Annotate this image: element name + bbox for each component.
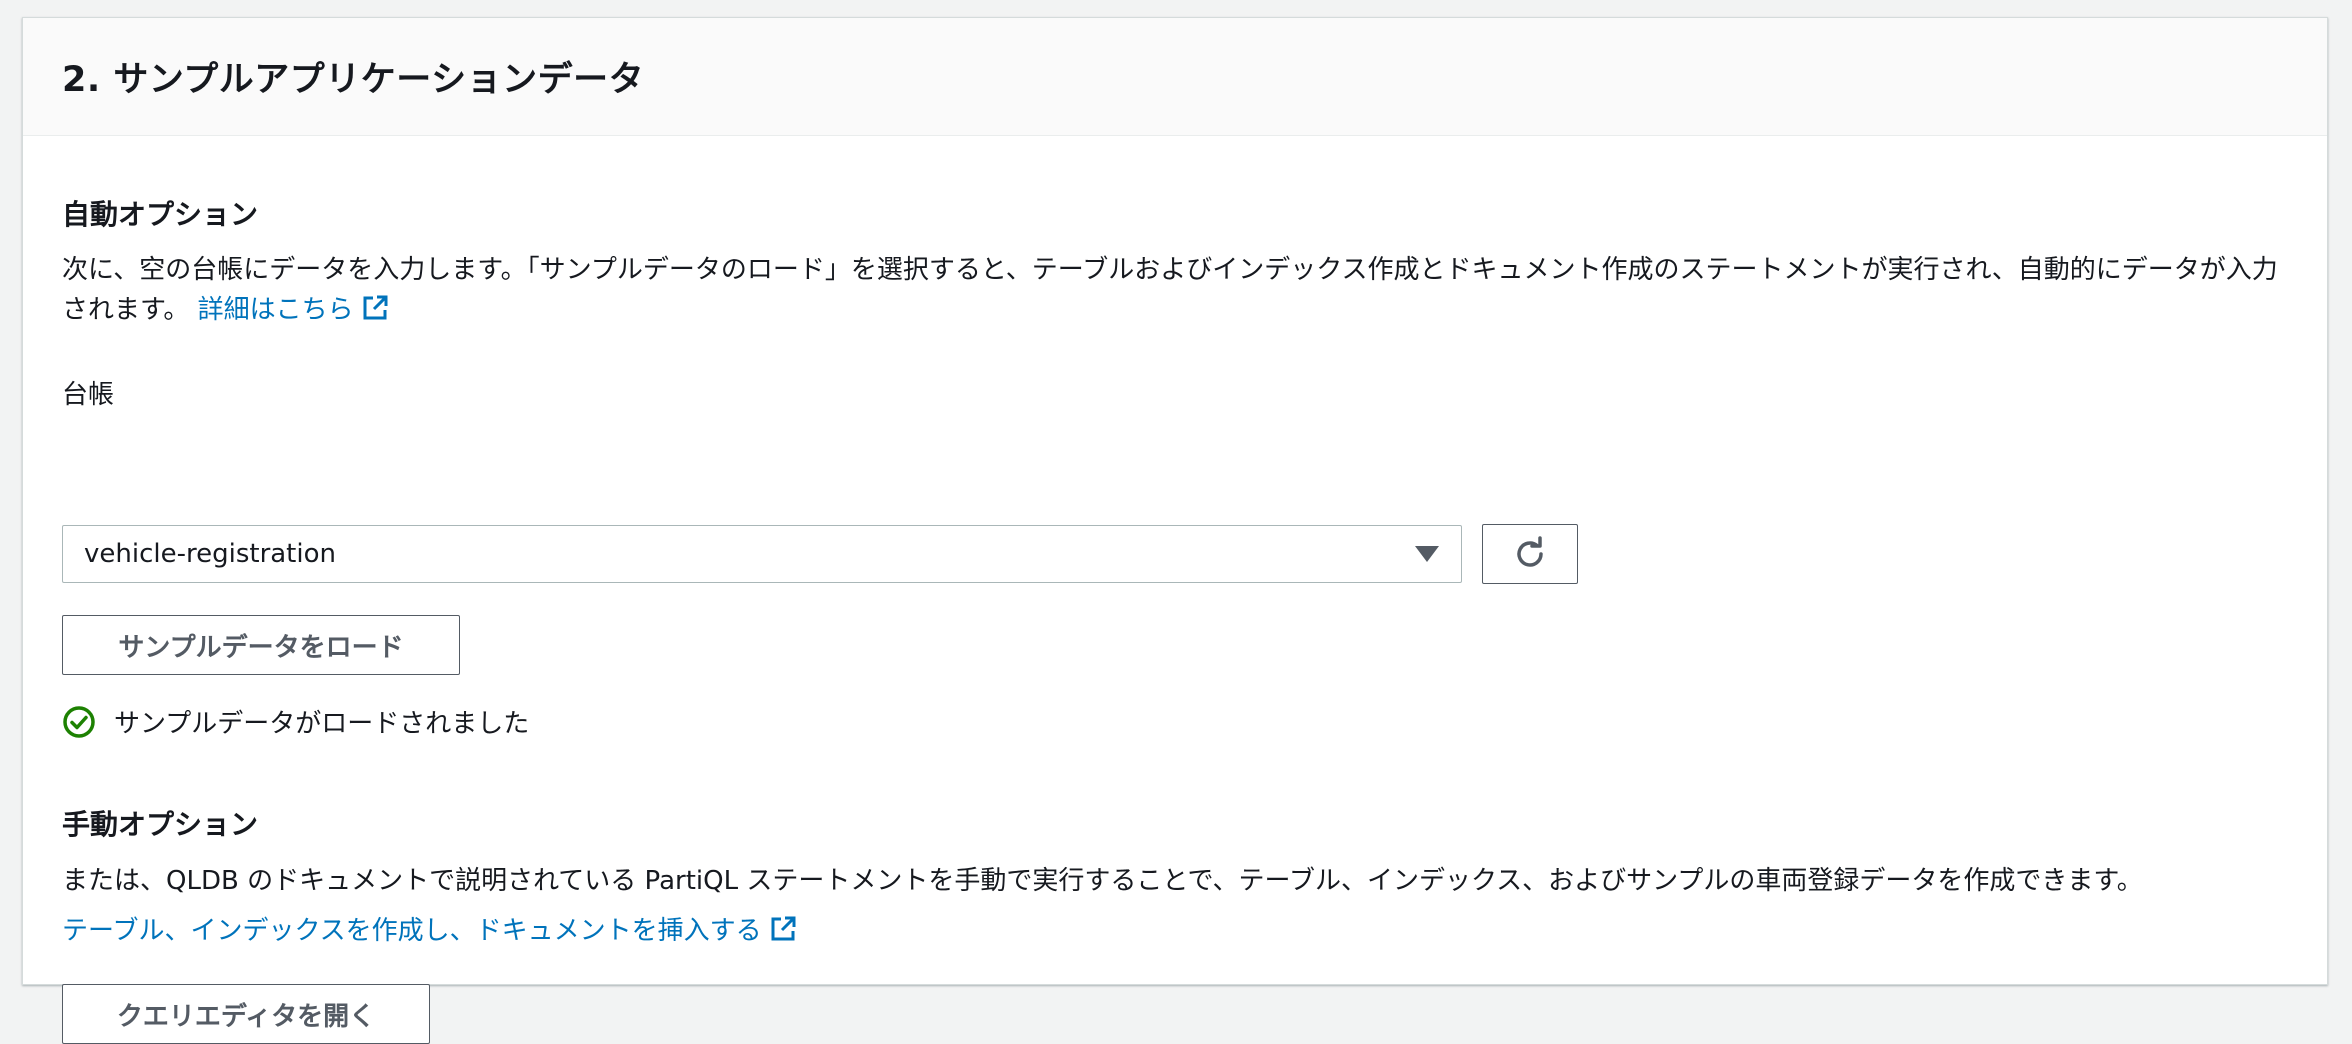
external-link-icon [363, 295, 388, 320]
ledger-select[interactable]: vehicle-registration [62, 525, 1462, 583]
auto-option-description: 次に、空の台帳にデータを入力します。「サンプルデータのロード」を選択すると、テー… [62, 250, 2292, 330]
external-link-icon [771, 916, 796, 941]
status-success-icon [63, 705, 95, 738]
refresh-icon [1517, 536, 1543, 567]
manual-option-heading: 手動オプション [62, 808, 259, 841]
manual-option-description: または、QLDB のドキュメントで説明されている PartiQL ステートメント… [62, 866, 2143, 896]
panel-header: 2. サンプルアプリケーションデータ [23, 18, 2327, 136]
create-tables-docs-link-label: テーブル、インデックスを作成し、ドキュメントを挿入する [62, 916, 762, 946]
sample-application-data-panel: 2. サンプルアプリケーションデータ 自動オプション 次に、空の台帳にデータを入… [22, 17, 2328, 1044]
learn-more-link-label: 詳細はこちら [197, 295, 354, 325]
load-sample-data-button[interactable]: サンプルデータをロード [62, 615, 460, 675]
manual-option-link-row: テーブル、インデックスを作成し、ドキュメントを挿入する [62, 911, 2292, 951]
auto-option-heading: 自動オプション [62, 198, 259, 231]
refresh-button[interactable] [1482, 524, 1578, 584]
ledger-select-value: vehicle-registration [84, 539, 336, 569]
create-tables-docs-link[interactable]: テーブル、インデックスを作成し、ドキュメントを挿入する [62, 916, 798, 946]
panel-title: 2. サンプルアプリケーションデータ [62, 60, 645, 100]
load-status: サンプルデータがロードされました [62, 703, 529, 740]
ledger-label: 台帳 [62, 380, 115, 410]
auto-option-description-text: 次に、空の台帳にデータを入力します。「サンプルデータのロード」を選択すると、テー… [62, 255, 2278, 325]
load-status-text: サンプルデータがロードされました [114, 709, 530, 739]
learn-more-link[interactable]: 詳細はこちら [198, 295, 390, 325]
open-query-editor-button[interactable]: クエリエディタを開く [62, 984, 430, 1044]
caret-down-icon [1415, 546, 1439, 562]
